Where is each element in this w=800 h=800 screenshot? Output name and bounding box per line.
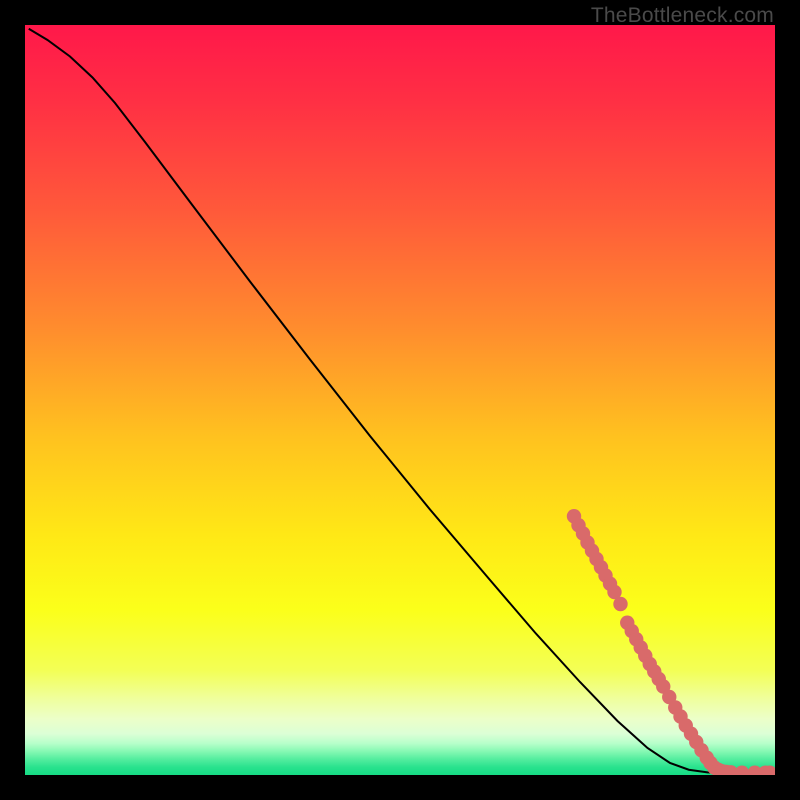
bottleneck-curve [29,29,775,773]
plot-area [25,25,775,775]
chart-frame: TheBottleneck.com [0,0,800,800]
chart-svg [25,25,775,775]
highlighted-points [567,509,775,775]
data-point [735,766,749,775]
data-point [613,597,627,611]
